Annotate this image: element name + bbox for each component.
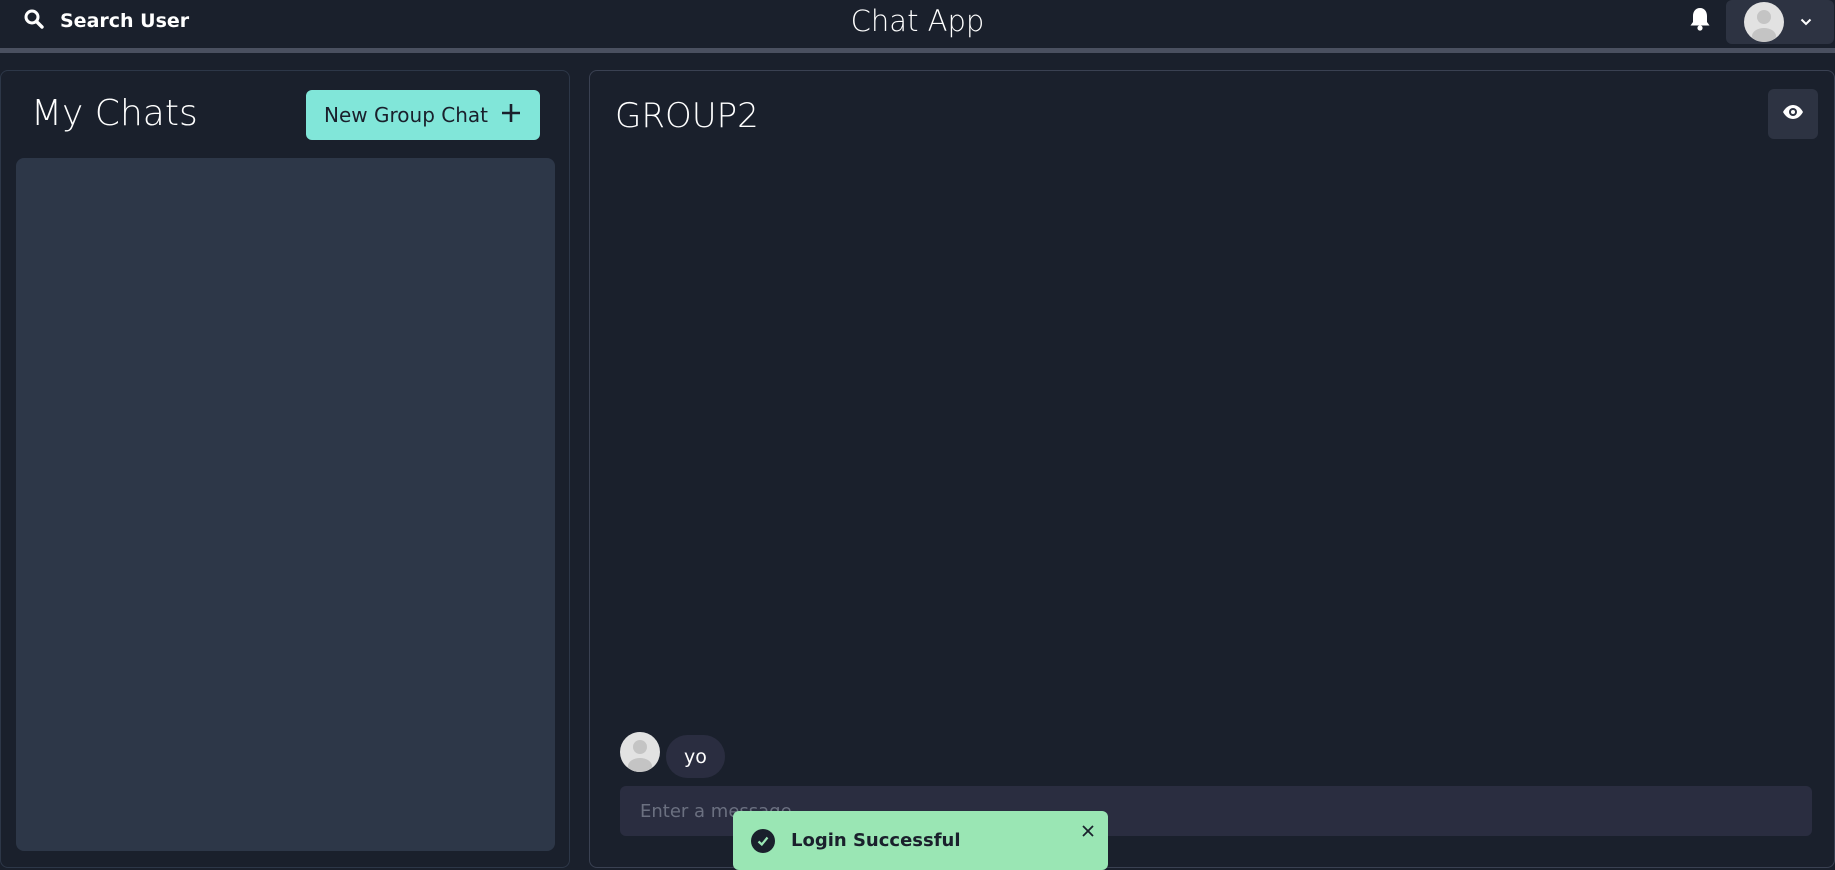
new-group-chat-button[interactable]: New Group Chat: [306, 90, 540, 140]
my-chats-panel: My Chats New Group Chat: [0, 70, 570, 868]
bell-icon: [1689, 7, 1711, 36]
message-row: yo: [620, 725, 725, 778]
check-circle-icon: [751, 828, 775, 853]
app-title: Chat App: [850, 4, 985, 38]
view-group-button[interactable]: [1768, 89, 1818, 139]
top-bar: Search User Chat App: [0, 0, 1835, 53]
search-user-button[interactable]: Search User: [14, 2, 199, 40]
chat-list[interactable]: [16, 158, 555, 851]
message-bubble: yo: [666, 735, 725, 778]
new-group-chat-label: New Group Chat: [324, 103, 488, 127]
plus-icon: [500, 102, 522, 129]
toast-message: Login Successful: [791, 830, 961, 851]
close-icon[interactable]: [1078, 821, 1098, 841]
notifications-button[interactable]: [1685, 6, 1715, 36]
avatar: [1744, 2, 1784, 42]
profile-menu-button[interactable]: [1726, 0, 1834, 44]
my-chats-title: My Chats: [31, 93, 198, 134]
chat-title: GROUP2: [615, 96, 759, 136]
eye-icon: [1782, 104, 1804, 125]
chat-box: GROUP2 yo: [589, 70, 1835, 868]
search-user-label: Search User: [60, 10, 190, 32]
login-toast: Login Successful: [733, 811, 1108, 870]
sender-avatar[interactable]: [620, 731, 660, 772]
search-icon: [24, 9, 44, 34]
chevron-down-icon: [1800, 13, 1812, 31]
